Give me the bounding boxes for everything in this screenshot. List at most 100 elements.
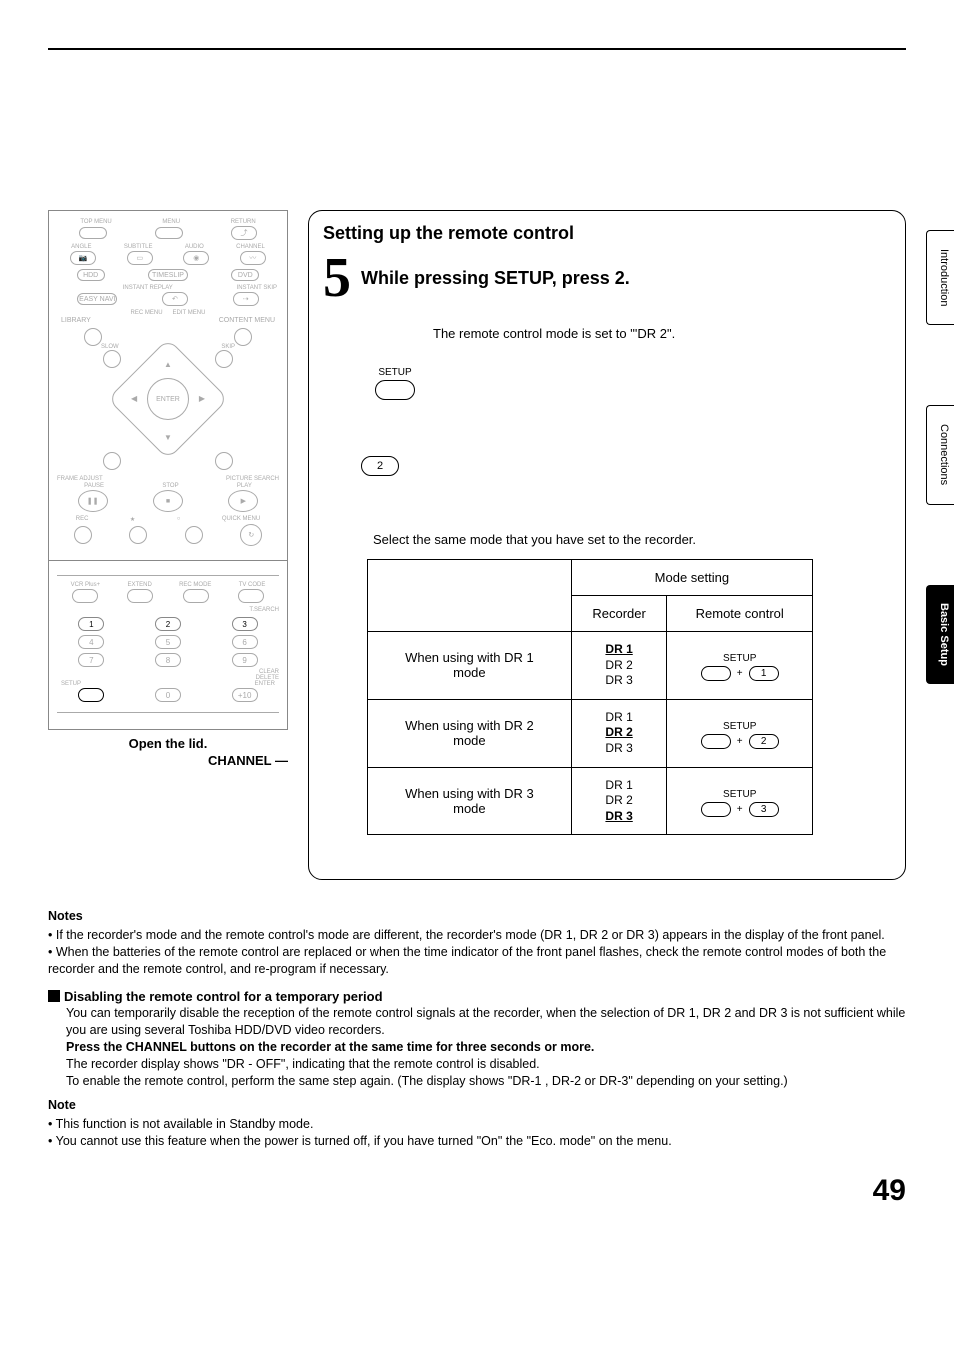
- btn-angle: 📷: [70, 251, 96, 265]
- lbl-instant-skip: INSTANT SKIP: [237, 285, 277, 291]
- key-5: 5: [155, 635, 181, 649]
- instruction-panel: Setting up the remote control 5 While pr…: [308, 210, 906, 880]
- key-2: 2: [155, 617, 181, 631]
- page-number: 49: [48, 1174, 906, 1208]
- btn-instant-skip: ⇢: [233, 292, 259, 306]
- key-1: 1: [78, 617, 104, 631]
- key-3: 3: [232, 617, 258, 631]
- btn-vcrplus: [72, 589, 98, 603]
- key-6: 6: [232, 635, 258, 649]
- lbl-extend: EXTEND: [127, 582, 151, 588]
- lbl-quick-menu: QUICK MENU: [222, 516, 260, 523]
- lbl-tsearch: T.SEARCH: [57, 607, 279, 613]
- key-9: 9: [232, 653, 258, 667]
- lbl-return: RETURN: [231, 219, 256, 225]
- setup-button-shape: [375, 380, 415, 400]
- lbl-setup-small: SETUP: [61, 681, 81, 687]
- disabling-p2: Press the CHANNEL buttons on the recorde…: [66, 1039, 906, 1056]
- disabling-subhead: Disabling the remote control for a tempo…: [64, 988, 383, 1006]
- disabling-p3: The recorder display shows "DR - OFF", i…: [66, 1056, 906, 1073]
- note-3: This function is not available in Standb…: [48, 1116, 906, 1133]
- btn-library: [84, 328, 102, 346]
- lbl-menu: MENU: [162, 219, 180, 225]
- btn-play: ▶: [228, 490, 258, 512]
- btn-stop: ■: [153, 490, 183, 512]
- lbl-rec-menu: REC MENU: [131, 310, 163, 316]
- lbl-audio: AUDIO: [185, 244, 204, 250]
- lbl-play: PLAY: [237, 483, 252, 489]
- btn-skip-fwd: [215, 350, 233, 368]
- step-number: 5: [323, 250, 351, 306]
- lbl-tv-code: TV CODE: [239, 582, 266, 588]
- key-setup: [78, 688, 104, 702]
- lbl-subtitle: SUBTITLE: [124, 244, 153, 250]
- dpad: SLOW SKIP ENTER ▲ ▼ ◀ ▶: [103, 350, 233, 470]
- table-row: When using with DR 3modeDR 1DR 2DR 3SETU…: [368, 767, 813, 835]
- lbl-vcr-plus: VCR Plus+: [71, 582, 101, 588]
- note-4: You cannot use this feature when the pow…: [48, 1133, 906, 1150]
- header-mode-setting: Mode setting: [571, 560, 812, 596]
- lbl-slow: SLOW: [101, 344, 119, 350]
- select-mode-text: Select the same mode that you have set t…: [373, 532, 891, 547]
- notes-section: Notes If the recorder's mode and the rem…: [48, 908, 906, 1150]
- lbl-enter-small: ENTER: [255, 681, 275, 687]
- btn-star: [129, 526, 147, 544]
- btn-dvd: DVD: [231, 269, 259, 281]
- btn-quick-menu: ↻: [240, 524, 262, 546]
- num-2-button-shape: 2: [361, 456, 399, 476]
- bullet-square-icon: [48, 990, 60, 1002]
- header-remote: Remote control: [667, 596, 813, 632]
- lbl-edit-menu: EDIT MENU: [173, 310, 206, 316]
- lbl-instant-replay: INSTANT REPLAY: [123, 285, 173, 291]
- header-recorder: Recorder: [571, 596, 667, 632]
- step-instruction: While pressing SETUP, press 2.: [361, 268, 630, 289]
- btn-menu: [155, 227, 183, 239]
- lbl-channel: CHANNEL: [236, 244, 265, 250]
- key-0: 0: [155, 688, 181, 702]
- header-rule: [48, 48, 906, 50]
- section-title: Setting up the remote control: [323, 223, 891, 244]
- setup-label: SETUP: [375, 367, 415, 378]
- btn-easy-navi: EASY NAVI: [77, 293, 117, 305]
- key-8: 8: [155, 653, 181, 667]
- setup-button-illustration: SETUP: [375, 367, 891, 400]
- lbl-angle: ANGLE: [71, 244, 91, 250]
- btn-rec: [74, 526, 92, 544]
- btn-extend: [127, 589, 153, 603]
- lbl-rec: REC: [76, 516, 89, 523]
- btn-top-menu: [79, 227, 107, 239]
- btn-enter: ENTER: [147, 378, 189, 420]
- remote-illustration: TOP MENU MENU RETURN ⤴ ANGLE SUBTITLE AU…: [48, 210, 288, 768]
- btn-picture-search: [215, 452, 233, 470]
- table-row: When using with DR 2modeDR 1DR 2DR 3SETU…: [368, 699, 813, 767]
- lbl-skip: SKIP: [221, 344, 235, 350]
- note-1: If the recorder's mode and the remote co…: [48, 927, 906, 944]
- btn-subtitle: ▭: [127, 251, 153, 265]
- note-2: When the batteries of the remote control…: [48, 944, 906, 978]
- lbl-library: LIBRARY: [61, 317, 91, 324]
- btn-recmode: [183, 589, 209, 603]
- lbl-frame-adjust: FRAME ADJUST: [57, 476, 103, 482]
- btn-slow: [103, 350, 121, 368]
- notes-heading: Notes: [48, 908, 906, 925]
- btn-tvcode: [238, 589, 264, 603]
- btn-circle: [185, 526, 203, 544]
- btn-content-menu: [234, 328, 252, 346]
- btn-return: ⤴: [231, 226, 257, 240]
- channel-label: CHANNEL —: [48, 753, 288, 768]
- btn-frame: [103, 452, 121, 470]
- btn-timeslip: TIMESLIP: [148, 269, 188, 281]
- btn-instant-replay: ↶: [162, 292, 188, 306]
- lbl-top-menu: TOP MENU: [80, 219, 111, 225]
- lbl-content-menu: CONTENT MENU: [219, 317, 275, 324]
- disabling-p1: You can temporarily disable the receptio…: [66, 1005, 906, 1039]
- lbl-pause: PAUSE: [84, 483, 104, 489]
- lbl-picture-search: PICTURE SEARCH: [226, 476, 279, 482]
- btn-channel: 〰: [240, 251, 266, 265]
- btn-pause: ❚❚: [78, 490, 108, 512]
- mode-setting-table: Mode setting Recorder Remote control Whe…: [367, 559, 813, 835]
- lbl-stop: STOP: [162, 483, 178, 489]
- lbl-rec-mode: REC MODE: [179, 582, 211, 588]
- note-heading-2: Note: [48, 1097, 906, 1114]
- btn-audio: ◉: [183, 251, 209, 265]
